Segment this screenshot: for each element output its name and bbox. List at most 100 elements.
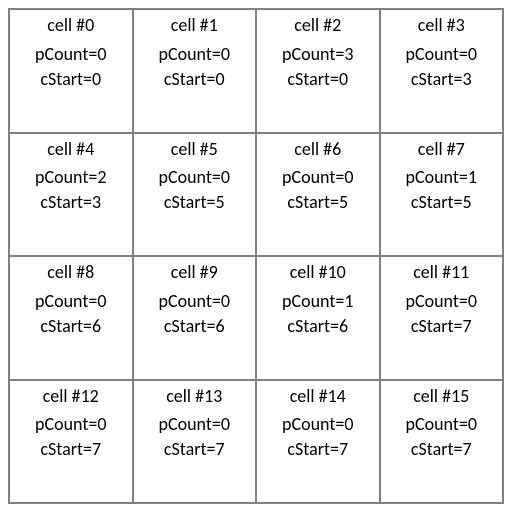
pcount-prefix: pCount=	[406, 43, 468, 65]
cell-id: 7	[456, 138, 465, 160]
pcount-value: 1	[468, 166, 477, 188]
cstart-value: 5	[462, 191, 471, 213]
pcount-row: pCount=0	[35, 292, 106, 311]
cstart-row: cStart=5	[164, 193, 225, 212]
cell-id: 9	[209, 261, 218, 283]
pcount-prefix: pCount=	[35, 43, 97, 65]
cstart-row: cStart=0	[40, 70, 101, 89]
cstart-row: cStart=0	[287, 70, 348, 89]
cstart-prefix: cStart=	[287, 68, 339, 90]
pcount-value: 0	[468, 290, 477, 312]
cell-label: cell #12	[43, 387, 99, 406]
cell-prefix: cell #	[171, 14, 209, 36]
cstart-row: cStart=6	[287, 317, 348, 336]
cstart-row: cStart=0	[164, 70, 225, 89]
cell-label: cell #4	[47, 140, 94, 159]
cell-label: cell #1	[171, 16, 218, 35]
pcount-value: 0	[221, 166, 230, 188]
cstart-prefix: cStart=	[164, 191, 216, 213]
cell-prefix: cell #	[290, 261, 328, 283]
cell-label: cell #11	[413, 263, 469, 282]
cell-5: cell # 5 pCount=0 cStart=5	[133, 133, 257, 257]
cell-prefix: cell #	[290, 385, 328, 407]
cstart-value: 3	[462, 68, 471, 90]
cell-label: cell #13	[166, 387, 222, 406]
cstart-prefix: cStart=	[40, 315, 92, 337]
pcount-value: 0	[221, 290, 230, 312]
cell-10: cell #10 pCount=1 cStart=6	[256, 256, 380, 380]
pcount-value: 0	[468, 413, 477, 435]
cell-id: 1	[209, 14, 218, 36]
cstart-prefix: cStart=	[411, 438, 463, 460]
pcount-row: pCount=0	[35, 415, 106, 434]
cstart-row: cStart=5	[411, 193, 472, 212]
cell-id: 11	[451, 261, 469, 283]
cell-3: cell #3 pCount=0 cStart=3	[380, 9, 504, 133]
pcount-value: 1	[344, 290, 353, 312]
cstart-value: 7	[462, 315, 471, 337]
cell-prefix: cell #	[418, 14, 456, 36]
cstart-prefix: cStart=	[40, 191, 92, 213]
pcount-row: pCount=0	[159, 292, 230, 311]
cstart-row: cStart=7	[164, 440, 225, 459]
cell-label: cell #9	[171, 263, 218, 282]
cell-label: cell #10	[290, 263, 346, 282]
cstart-prefix: cStart=	[164, 315, 216, 337]
cell-4: cell #4 pCount=2 cStart=3	[9, 133, 133, 257]
cstart-value: 0	[92, 68, 101, 90]
cell-label: cell #6	[294, 140, 341, 159]
cell-id: 14	[328, 385, 346, 407]
pcount-row: pCount=0	[406, 292, 477, 311]
pcount-prefix: pCount=	[159, 413, 221, 435]
cstart-value: 7	[92, 438, 101, 460]
pcount-value: 0	[97, 413, 106, 435]
cstart-prefix: cStart=	[411, 68, 463, 90]
pcount-value: 0	[97, 43, 106, 65]
cstart-row: cStart=6	[164, 317, 225, 336]
cstart-row: cStart=7	[40, 440, 101, 459]
cstart-value: 0	[215, 68, 224, 90]
cell-prefix: cell #	[47, 261, 85, 283]
cstart-value: 5	[215, 191, 224, 213]
cstart-row: cStart=7	[287, 440, 348, 459]
cstart-value: 0	[339, 68, 348, 90]
cell-id: 2	[332, 14, 341, 36]
cstart-value: 7	[339, 438, 348, 460]
cell-id: 13	[204, 385, 222, 407]
cell-label: cell #15	[413, 387, 469, 406]
pcount-prefix: pCount=	[282, 290, 344, 312]
cell-2: cell #2 pCount=3 cStart=0	[256, 9, 380, 133]
cell-id: 6	[332, 138, 341, 160]
pcount-prefix: pCount=	[282, 413, 344, 435]
pcount-prefix: pCount=	[406, 166, 468, 188]
cstart-prefix: cStart=	[164, 438, 216, 460]
pcount-row: pCount=0	[35, 45, 106, 64]
cell-prefix: cell #	[43, 385, 81, 407]
cell-grid: cell #0 pCount=0 cStart=0 cell #1 pCount…	[8, 8, 504, 504]
cell-label: cell #3	[418, 16, 465, 35]
cstart-prefix: cStart=	[411, 191, 463, 213]
cstart-value: 6	[215, 315, 224, 337]
cell-id: 3	[456, 14, 465, 36]
pcount-prefix: pCount=	[159, 166, 221, 188]
cell-label: cell #14	[290, 387, 346, 406]
cstart-row: cStart=5	[287, 193, 348, 212]
pcount-value: 0	[344, 413, 353, 435]
pcount-value: 0	[221, 413, 230, 435]
cell-prefix: cell #	[171, 138, 209, 160]
pcount-prefix: pCount=	[159, 290, 221, 312]
cstart-value: 3	[92, 191, 101, 213]
cell-6: cell #6 pCount=0 cStart=5	[256, 133, 380, 257]
cstart-value: 5	[339, 191, 348, 213]
cell-prefix: cell #	[294, 14, 332, 36]
cell-id: 15	[451, 385, 469, 407]
cell-11: cell #11 pCount=0 cStart=7	[380, 256, 504, 380]
pcount-prefix: pCount=	[35, 166, 97, 188]
cell-1: cell #1 pCount=0 cStart=0	[133, 9, 257, 133]
cell-prefix: cell #	[294, 138, 332, 160]
pcount-value: 0	[221, 43, 230, 65]
pcount-row: pCount=1	[282, 292, 353, 311]
cstart-row: cStart=3	[40, 193, 101, 212]
cell-12: cell #12 pCount=0 cStart=7	[9, 380, 133, 504]
cstart-row: cStart=7	[411, 317, 472, 336]
